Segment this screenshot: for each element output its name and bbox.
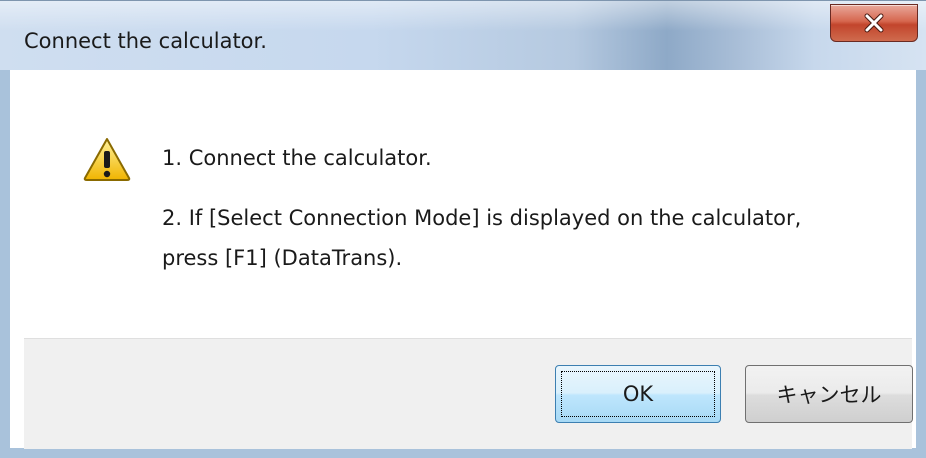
message-line-2: 2. If [Select Connection Mode] is displa… [162, 206, 802, 230]
message-line-3: press [F1] (DataTrans). [162, 246, 403, 270]
warning-icon [82, 136, 132, 182]
close-button[interactable] [830, 4, 918, 42]
window-title: Connect the calculator. [24, 29, 267, 53]
message-line-1: 1. Connect the calculator. [162, 146, 432, 170]
title-bar[interactable]: Connect the calculator. [0, 0, 926, 70]
cancel-button-label: キャンセル [776, 383, 882, 407]
ok-button[interactable]: OK [555, 365, 721, 423]
button-bar: OK キャンセル [24, 338, 913, 449]
cancel-button[interactable]: キャンセル [745, 365, 913, 423]
message-area: 1. Connect the calculator. 2. If [Select… [24, 70, 912, 338]
dialog-window: Connect the calculator. 1. Connect the c… [0, 0, 926, 458]
close-icon [863, 13, 885, 33]
focus-ring [561, 371, 715, 417]
